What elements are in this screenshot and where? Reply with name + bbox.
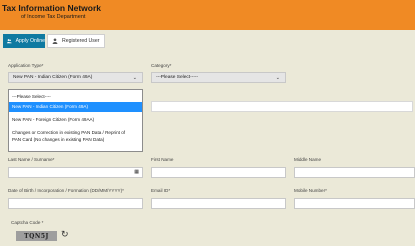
- captcha-image: TQN5J: [16, 231, 57, 241]
- dropdown-option-selected[interactable]: New PAN - Indian Citizen (Form 49A): [9, 102, 142, 112]
- dropdown-option-line: Changes or Correction in existing PAN Da…: [12, 130, 126, 135]
- hidden-field-behind-dropdown: [151, 101, 413, 112]
- mobile-label: Mobile Number*: [294, 188, 327, 193]
- users-icon: [7, 39, 12, 44]
- last-name-label: Last Name / Surname*: [8, 157, 55, 162]
- chevron-down-icon: ⌄: [275, 75, 280, 81]
- category-select[interactable]: ---Please Select----- ⌄: [151, 72, 286, 83]
- chevron-down-icon: ⌄: [132, 75, 137, 81]
- dob-label: Date of Birth / Incorporation / Formatio…: [8, 188, 124, 193]
- application-type-label: Application Type*: [8, 63, 44, 68]
- first-name-input[interactable]: [151, 167, 286, 178]
- keyboard-icon[interactable]: ▦: [134, 169, 139, 175]
- dropdown-option-line: PAN Card (No changes in existing PAN Dat…: [12, 137, 105, 142]
- middle-name-label: Middle Name: [294, 157, 322, 162]
- email-label: Email ID*: [151, 188, 171, 193]
- mobile-input[interactable]: [294, 198, 415, 209]
- application-type-dropdown: ---Please Select---- New PAN - Indian Ci…: [8, 89, 143, 152]
- tab-apply-online[interactable]: Apply Online: [3, 34, 45, 48]
- middle-name-input[interactable]: [294, 167, 415, 178]
- email-input[interactable]: [151, 198, 286, 209]
- dob-input[interactable]: [8, 198, 143, 209]
- dropdown-option[interactable]: ---Please Select----: [9, 92, 142, 101]
- tab-apply-online-label: Apply Online: [15, 38, 45, 44]
- site-header: Tax Information Network of Income Tax De…: [0, 0, 415, 30]
- site-subtitle: of Income Tax Department: [21, 14, 86, 20]
- site-title: Tax Information Network: [2, 3, 102, 13]
- refresh-captcha-icon[interactable]: ↻: [61, 229, 69, 240]
- first-name-label: First Name: [151, 157, 174, 162]
- captcha-label: Captcha Code *: [11, 220, 44, 225]
- dropdown-option-multiline[interactable]: Changes or Correction in existing PAN Da…: [9, 129, 142, 147]
- dropdown-option[interactable]: New PAN - Foreign Citizen (Form 49AA): [9, 115, 142, 124]
- application-type-select[interactable]: New PAN - Indian Citizen (Form 49A) ⌄: [8, 72, 143, 83]
- application-type-value: New PAN - Indian Citizen (Form 49A): [13, 75, 93, 80]
- category-label: Category*: [151, 63, 172, 68]
- last-name-input[interactable]: ▦: [8, 167, 143, 178]
- user-icon: [52, 38, 58, 44]
- category-value: ---Please Select-----: [156, 75, 199, 80]
- tab-registered-user-label: Registered User: [62, 38, 100, 44]
- tab-registered-user[interactable]: Registered User: [47, 34, 105, 48]
